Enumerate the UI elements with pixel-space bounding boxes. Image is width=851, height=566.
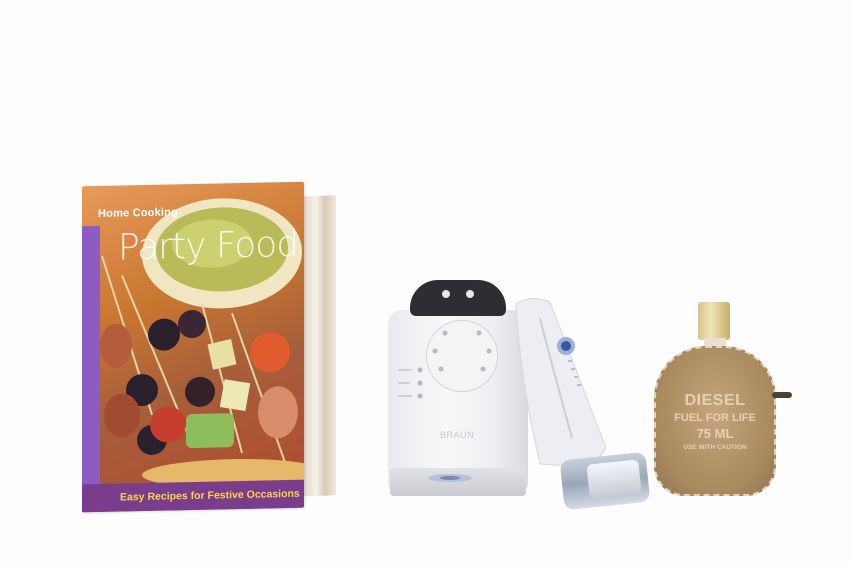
status-lights-icon	[398, 367, 423, 399]
perfume-bottle: DIESEL FUEL FOR LIFE 75 ML USE WITH CAUT…	[652, 302, 792, 502]
shaver-foil	[586, 459, 642, 499]
book-series-label: Home Cooking	[98, 206, 179, 220]
charger-base	[390, 468, 526, 496]
shaver-cleaning-station: BRAUN	[388, 280, 530, 498]
perfume-brand: DIESEL	[684, 392, 746, 409]
dial-dots-icon	[432, 330, 492, 372]
charger-dial	[426, 320, 498, 392]
cookbook: Home Cooking Party Food Easy Recipes for…	[82, 181, 337, 514]
book-title: Party Food	[118, 223, 299, 269]
perfume-tagline: USE WITH CAUTION	[683, 444, 747, 451]
electric-shaver	[510, 298, 651, 511]
perfume-cap	[698, 302, 730, 340]
perfume-volume: 75 ML	[696, 426, 734, 441]
base-tray-icon	[428, 474, 472, 482]
shaver-body	[515, 298, 607, 467]
charger-contacts-icon	[442, 290, 474, 298]
perfume-name: FUEL FOR LIFE	[674, 412, 756, 424]
product-photo-scene: Home Cooking Party Food Easy Recipes for…	[0, 0, 851, 566]
charger-logo: BRAUN	[440, 430, 475, 440]
book-cover: Home Cooking Party Food Easy Recipes for…	[82, 181, 304, 513]
charger-cradle	[410, 280, 506, 316]
